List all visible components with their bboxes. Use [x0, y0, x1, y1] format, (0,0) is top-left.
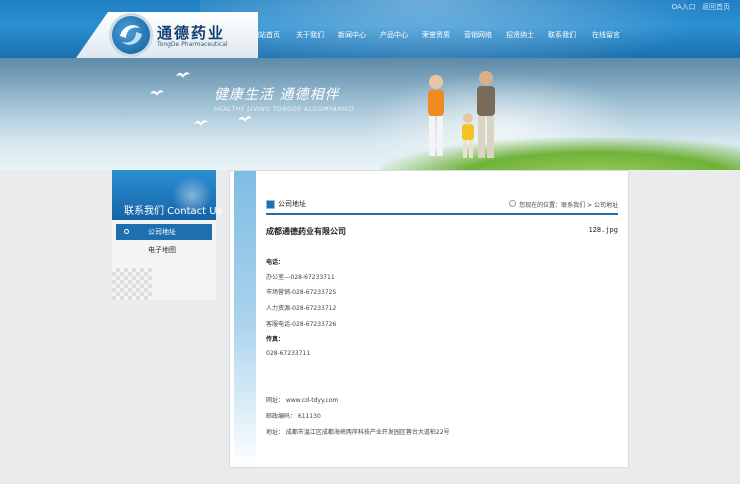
oa-link[interactable]: OA入口	[672, 3, 696, 11]
banner-slogan-en: HEALTHY LIVING TONGDE ACCOMPANIED	[214, 106, 354, 113]
phone-service: 客服电话-028-67233726	[266, 321, 337, 328]
dove-icon	[176, 72, 190, 78]
phone-marketing: 市场营销-028-67233725	[266, 289, 337, 296]
nav-contact[interactable]: 联系我们	[548, 30, 576, 40]
nav-news[interactable]: 新闻中心	[338, 30, 366, 40]
section-header: 公司地址 您现在的位置：联系我们 > 公司地址	[266, 199, 618, 215]
breadcrumb-text: 您现在的位置：联系我们 > 公司地址	[519, 202, 618, 209]
nav-jobs[interactable]: 招贤纳士	[506, 30, 534, 40]
top-links: OA入口 返回首页	[668, 2, 730, 12]
sidebar-item-label: 电子地图	[148, 246, 176, 254]
phone-office: 办公室---028-67233711	[266, 274, 335, 281]
sidebar: 联系我们 Contact Us 公司地址 电子地图	[112, 170, 222, 300]
family-illustration	[428, 71, 495, 158]
postcode-line: 邮政编码： 611130	[266, 413, 321, 420]
dove-icon	[238, 116, 252, 122]
dove-icon	[150, 90, 164, 96]
nav-products[interactable]: 产品中心	[380, 30, 408, 40]
breadcrumb: 您现在的位置：联系我们 > 公司地址	[509, 200, 618, 209]
phone-label: 电话：	[266, 259, 285, 266]
logo-text-en: TongDe Pharmaceutical	[157, 41, 228, 48]
main-content: 公司地址 您现在的位置：联系我们 > 公司地址 成都通德药业有限公司 128.j…	[229, 170, 629, 468]
sidebar-item-address[interactable]: 公司地址	[116, 224, 212, 240]
sidebar-title: 联系我们 Contact Us	[124, 206, 222, 217]
hero-banner: 健康生活 通德相伴 HEALTHY LIVING TONGDE ACCOMPAN…	[0, 58, 740, 170]
sidebar-item-label: 公司地址	[148, 228, 176, 236]
sidebar-header: 联系我们 Contact Us	[112, 170, 222, 220]
fax-number: 028-67233711	[266, 350, 311, 357]
home-return-link[interactable]: 返回首页	[702, 3, 730, 11]
section-title: 公司地址	[278, 200, 306, 208]
company-name: 成都通德药业有限公司	[266, 227, 346, 236]
fax-label: 传真：	[266, 336, 285, 343]
nav-about[interactable]: 关于我们	[296, 30, 324, 40]
vertical-decor-strip	[234, 171, 256, 467]
dove-icon	[194, 120, 208, 126]
address-line: 地址： 成都市温江区成都海峡两岸科技产业开发园区蓉台大道柏22号	[266, 429, 450, 436]
sidebar-item-map[interactable]: 电子地图	[116, 242, 212, 258]
banner-slogan-cn: 健康生活 通德相伴	[214, 87, 340, 103]
logo-text-cn: 通德药业	[157, 24, 226, 42]
nav-honors[interactable]: 荣誉资质	[422, 30, 450, 40]
section-square-icon	[266, 200, 275, 209]
nav-message[interactable]: 在线留言	[592, 30, 620, 40]
nav-marketing[interactable]: 营销网络	[464, 30, 492, 40]
header-shine	[200, 0, 740, 58]
logo-icon[interactable]	[112, 16, 150, 54]
website-line[interactable]: 网址： www.cd-tdyy.com	[266, 395, 338, 404]
radio-bullet-icon	[124, 229, 129, 234]
home-dot-icon	[509, 200, 517, 207]
phone-hr: 人力资源-028-67233712	[266, 305, 337, 312]
broken-image-label: 128.jpg	[588, 226, 618, 234]
checker-decoration	[112, 268, 152, 300]
